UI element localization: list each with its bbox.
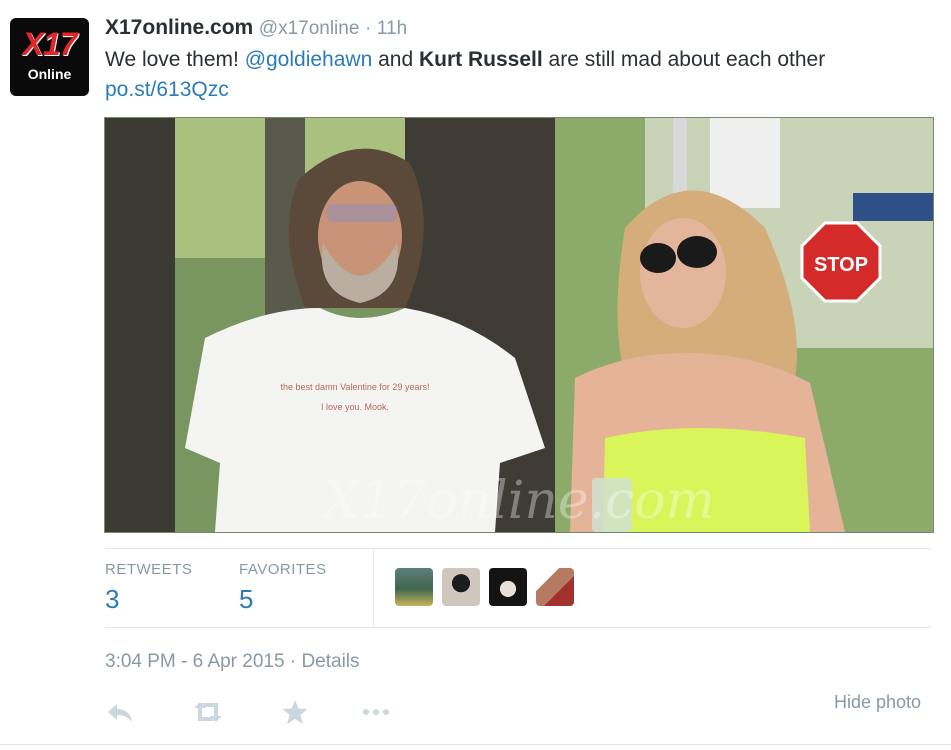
- hide-photo-link[interactable]: Hide photo: [834, 692, 921, 713]
- tweet-timestamp: 3:04 PM - 6 Apr 2015 · Details: [105, 651, 360, 673]
- favoriter-avatar[interactable]: [489, 568, 527, 606]
- shirt-text-line1: the best damn Valentine for 29 years!: [281, 382, 430, 392]
- tweet-text-bold-name: Kurt Russell: [419, 48, 543, 71]
- favoriter-avatar[interactable]: [442, 568, 480, 606]
- photo-watermark: X17online.com: [319, 471, 715, 531]
- timestamp-text[interactable]: 3:04 PM - 6 Apr 2015: [105, 651, 285, 672]
- favorites-stat[interactable]: FAVORITES 5: [239, 561, 327, 615]
- short-url-link[interactable]: po.st/613Qzc: [105, 78, 229, 101]
- mention-link[interactable]: @goldiehawn: [245, 48, 373, 71]
- tweet-stats: RETWEETS 3 FAVORITES 5: [105, 548, 931, 628]
- photo-illustration: STOP the best damn Valentine for 29 year…: [105, 118, 933, 532]
- tweet-bottom-border: [0, 744, 951, 745]
- avatar-logo-subtext: Online: [27, 66, 72, 82]
- retweet-icon[interactable]: [191, 698, 225, 726]
- shirt-text-line2: I love you. Mook.: [321, 402, 389, 412]
- tweet-age[interactable]: 11h: [377, 18, 407, 39]
- stop-sign-text: STOP: [814, 254, 868, 276]
- avatar-logo-text: X17: [22, 26, 78, 62]
- tweet-header: X17online.com @x17online · 11h: [105, 16, 407, 40]
- header-separator: ·: [364, 18, 372, 39]
- retweets-stat[interactable]: RETWEETS 3: [105, 561, 192, 615]
- details-link[interactable]: Details: [301, 651, 359, 672]
- display-name[interactable]: X17online.com: [105, 16, 253, 39]
- reply-icon[interactable]: [105, 698, 139, 726]
- favorites-label: FAVORITES: [239, 561, 327, 578]
- favoriter-avatar[interactable]: [536, 568, 574, 606]
- user-handle[interactable]: @x17online: [259, 18, 360, 39]
- more-dots-icon[interactable]: [360, 698, 394, 726]
- stats-divider: [373, 549, 374, 627]
- tweet-text-intro: We love them!: [105, 48, 239, 71]
- timestamp-separator: ·: [289, 651, 297, 672]
- profile-avatar[interactable]: X17 Online: [10, 18, 89, 96]
- tweet-text: We love them! @goldiehawn and Kurt Russe…: [105, 45, 935, 105]
- favorite-star-icon[interactable]: [280, 698, 314, 726]
- tweet-text-rest: are still mad about each other: [548, 48, 826, 71]
- favoriter-avatar[interactable]: [395, 568, 433, 606]
- tweet-photo[interactable]: STOP the best damn Valentine for 29 year…: [104, 117, 934, 533]
- retweets-count: 3: [105, 584, 120, 614]
- tweet-text-and: and: [378, 48, 414, 71]
- retweets-label: RETWEETS: [105, 561, 193, 578]
- favorites-count: 5: [239, 584, 254, 614]
